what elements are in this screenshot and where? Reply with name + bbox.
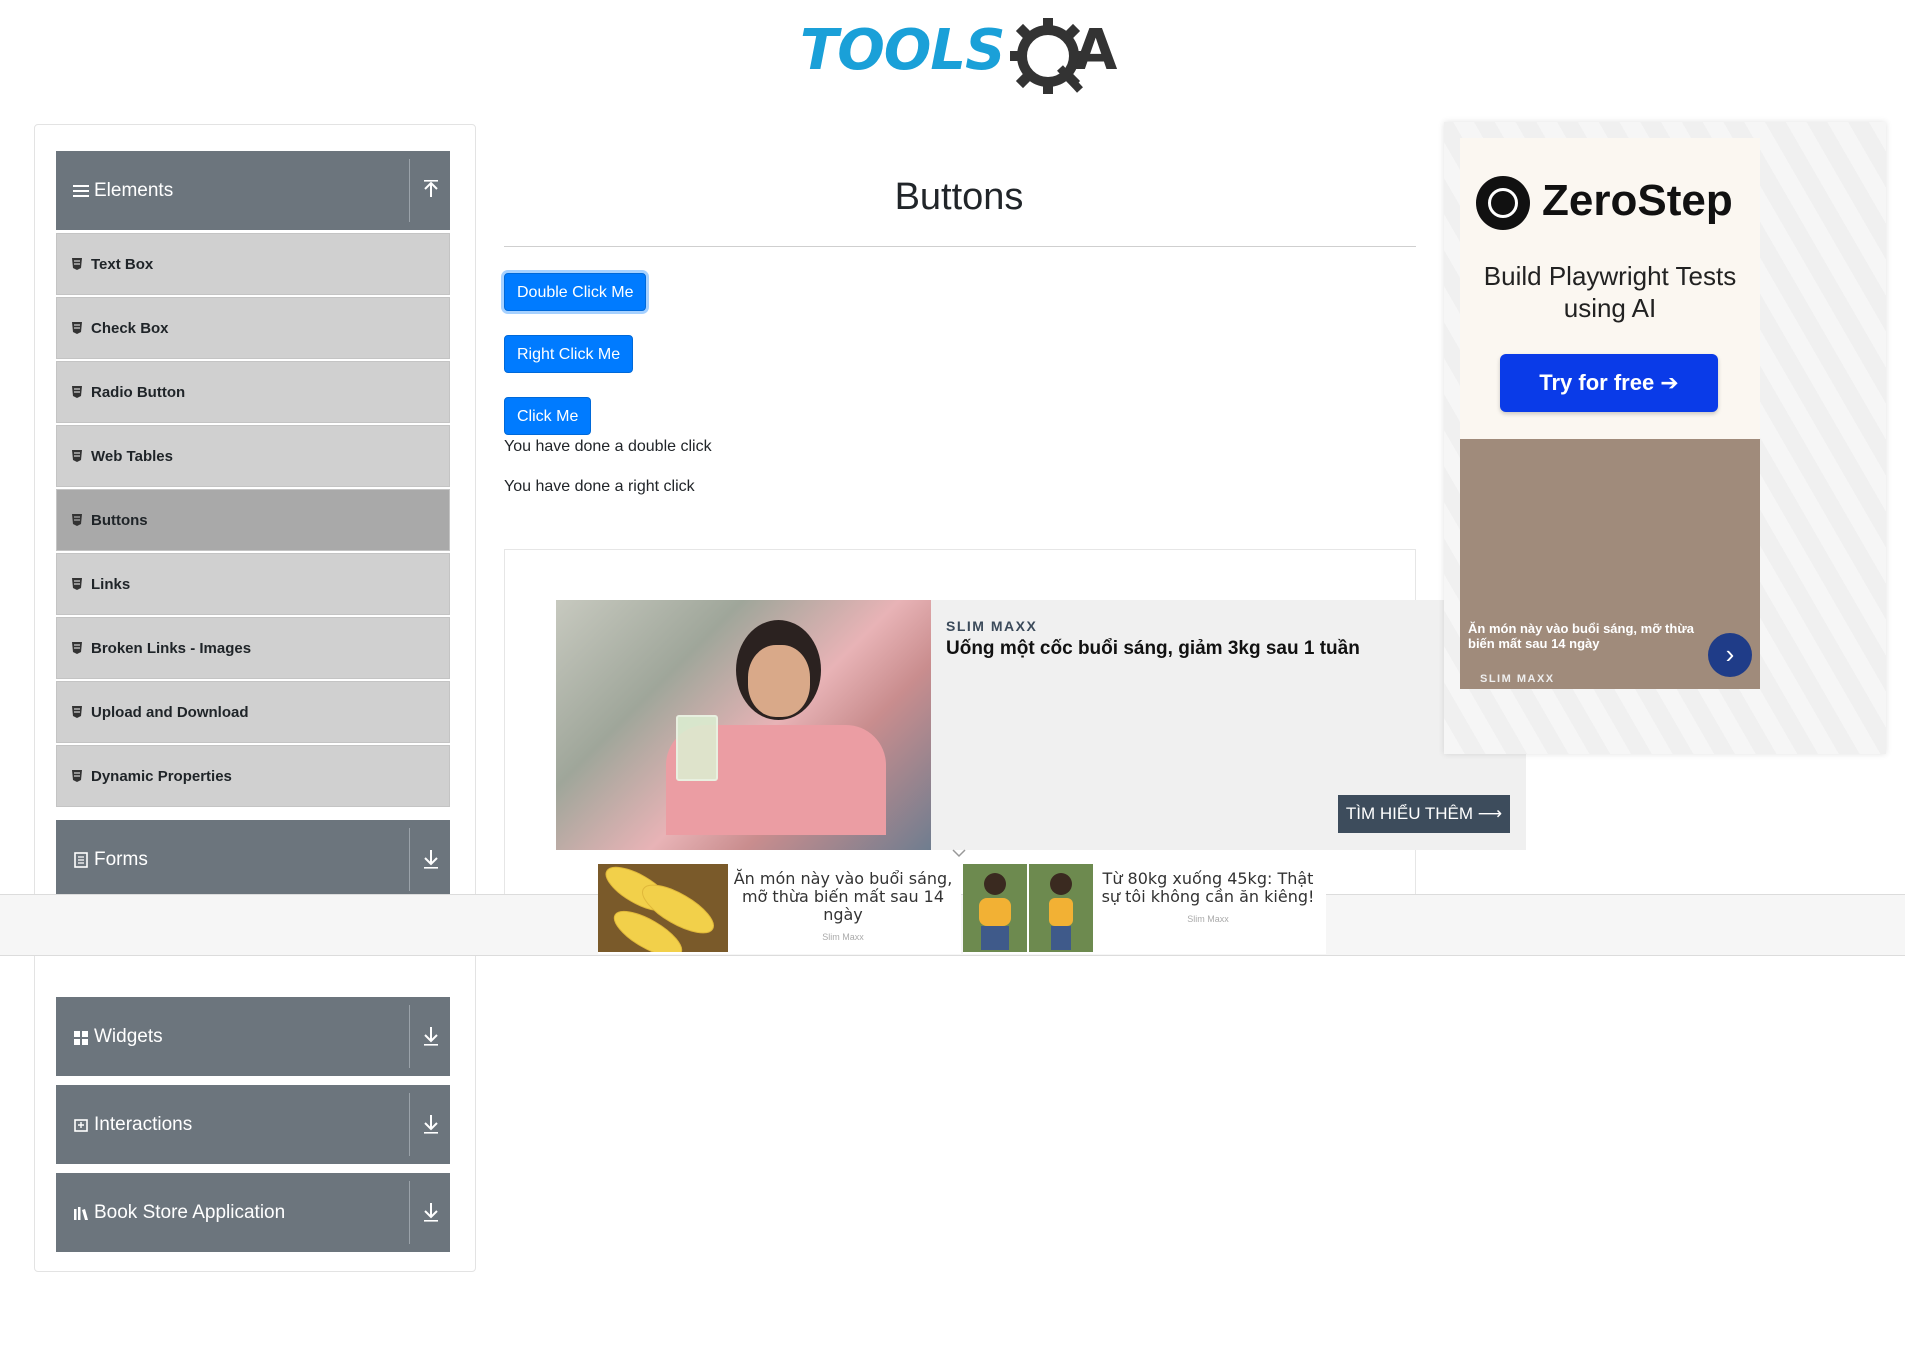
ad-thumbnail-before-after [963, 864, 1093, 952]
chevron-down-icon[interactable] [952, 848, 966, 858]
sticky-ad-source: Slim Maxx [1187, 914, 1229, 924]
hamburger-icon [72, 182, 90, 200]
ad-cta-button[interactable]: TÌM HIỂU THÊM ⟶ [1338, 795, 1510, 833]
sticky-ad-1[interactable]: Ăn món này vào buổi sáng, mỡ thừa biến m… [598, 864, 961, 954]
group-elements[interactable]: Elements [56, 151, 450, 230]
divider [409, 159, 410, 222]
expand-down-icon[interactable] [420, 846, 442, 872]
html5-icon [72, 450, 82, 462]
expand-down-icon[interactable] [420, 1199, 442, 1225]
group-label: Widgets [94, 1025, 163, 1047]
sidebar-item-links[interactable]: Links [56, 553, 450, 615]
right-click-button[interactable]: Right Click Me [504, 335, 634, 373]
html5-icon [72, 386, 82, 398]
group-interactions[interactable]: Interactions [56, 1085, 450, 1164]
ad-brand: SLIM MAXX [946, 618, 1038, 634]
divider [409, 828, 410, 891]
right-ad-source: SLIM MAXX [1480, 673, 1555, 685]
html5-icon [72, 322, 82, 334]
elements-item-list: Text Box Check Box Radio Button Web Tabl… [56, 233, 450, 809]
html5-icon [72, 770, 82, 782]
right-click-message: You have done a right click [504, 478, 695, 495]
sidebar-item-label: Text Box [91, 255, 154, 273]
sidebar-item-label: Broken Links - Images [91, 639, 252, 657]
page-title: Buttons [894, 176, 1024, 218]
interaction-icon [72, 1116, 90, 1134]
chevron-right-icon[interactable]: › [1708, 633, 1752, 677]
sidebar-item-label: Web Tables [91, 447, 173, 465]
sidebar-item-broken-links[interactable]: Broken Links - Images [56, 617, 450, 679]
expand-down-icon[interactable] [420, 1023, 442, 1049]
title-divider [504, 246, 1416, 247]
group-forms[interactable]: Forms [56, 820, 450, 899]
divider [409, 1093, 410, 1156]
middle-advertisement[interactable]: SLIM MAXX Uống một cốc buổi sáng, giảm 3… [556, 600, 1526, 850]
group-label: Elements [94, 179, 174, 201]
divider [409, 1181, 410, 1244]
sidebar-item-buttons[interactable]: Buttons [56, 489, 450, 551]
sticky-ad-text: Từ 80kg xuống 45kg: Thật sự tôi không cầ… [1101, 869, 1315, 906]
sidebar-item-radio-button[interactable]: Radio Button [56, 361, 450, 423]
group-label: Book Store Application [94, 1201, 286, 1223]
logo-a-text: A [1074, 18, 1118, 83]
try-for-free-button[interactable]: Try for free ➔ [1500, 354, 1718, 412]
logo-tools-text: TOOLS [800, 18, 1005, 83]
left-navigation-panel: Elements Text Box Check Box Radio Button… [34, 124, 476, 1272]
zerostep-tagline: Build Playwright Tests using AI [1483, 261, 1737, 323]
sidebar-item-dynamic-properties[interactable]: Dynamic Properties [56, 745, 450, 807]
group-widgets[interactable]: Widgets [56, 997, 450, 1076]
sidebar-item-check-box[interactable]: Check Box [56, 297, 450, 359]
sidebar-item-label: Dynamic Properties [91, 767, 232, 785]
sidebar-item-web-tables[interactable]: Web Tables [56, 425, 450, 487]
toolsqa-logo[interactable]: TOOLS A [800, 16, 1130, 96]
sidebar-item-label: Buttons [91, 511, 148, 529]
grid-icon [72, 1028, 90, 1046]
divider [409, 1005, 410, 1068]
sidebar-item-text-box[interactable]: Text Box [56, 233, 450, 295]
group-book-store[interactable]: Book Store Application [56, 1173, 450, 1252]
expand-down-icon[interactable] [420, 1111, 442, 1137]
sticky-ad-text: Ăn món này vào buổi sáng, mỡ thừa biến m… [733, 869, 953, 924]
click-me-button[interactable]: Click Me [504, 397, 592, 435]
html5-icon [72, 258, 82, 270]
sidebar-item-upload-download[interactable]: Upload and Download [56, 681, 450, 743]
group-label: Forms [94, 848, 148, 870]
sidebar-item-label: Check Box [91, 319, 169, 337]
ad-photo [556, 600, 931, 850]
sticky-ad-2[interactable]: Từ 80kg xuống 45kg: Thật sự tôi không cầ… [963, 864, 1326, 954]
zerostep-brand: ZeroStep [1542, 176, 1733, 225]
html5-icon [72, 706, 82, 718]
double-click-button[interactable]: Double Click Me [504, 273, 647, 311]
sidebar-item-label: Links [91, 575, 131, 593]
ad-headline[interactable]: Uống một cốc buổi sáng, giảm 3kg sau 1 t… [946, 638, 1360, 660]
html5-icon [72, 642, 82, 654]
library-icon [72, 1204, 90, 1222]
collapse-up-icon[interactable] [420, 177, 442, 203]
document-icon [72, 851, 90, 869]
ad-thumbnail-corn [598, 864, 728, 952]
double-click-message: You have done a double click [504, 438, 712, 455]
html5-icon [72, 514, 82, 526]
sidebar-item-label: Upload and Download [91, 703, 249, 721]
html5-icon [72, 578, 82, 590]
right-ad-caption: Ăn món này vào buổi sáng, mỡ thừa biến m… [1468, 621, 1694, 651]
group-label: Interactions [94, 1113, 193, 1135]
right-ad-photo[interactable]: Ăn món này vào buổi sáng, mỡ thừa biến m… [1460, 439, 1760, 689]
sticky-ad-source: Slim Maxx [822, 932, 864, 942]
sidebar-item-label: Radio Button [91, 383, 186, 401]
